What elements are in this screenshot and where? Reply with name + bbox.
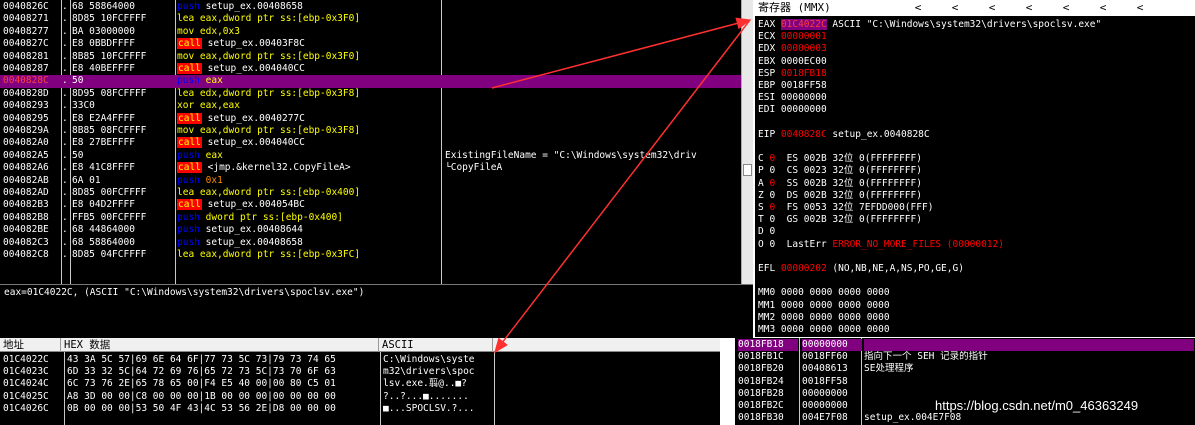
arrow-eax-icon [491,17,752,89]
arrow-dump-icon [494,19,751,354]
annotation-arrows [491,17,752,354]
